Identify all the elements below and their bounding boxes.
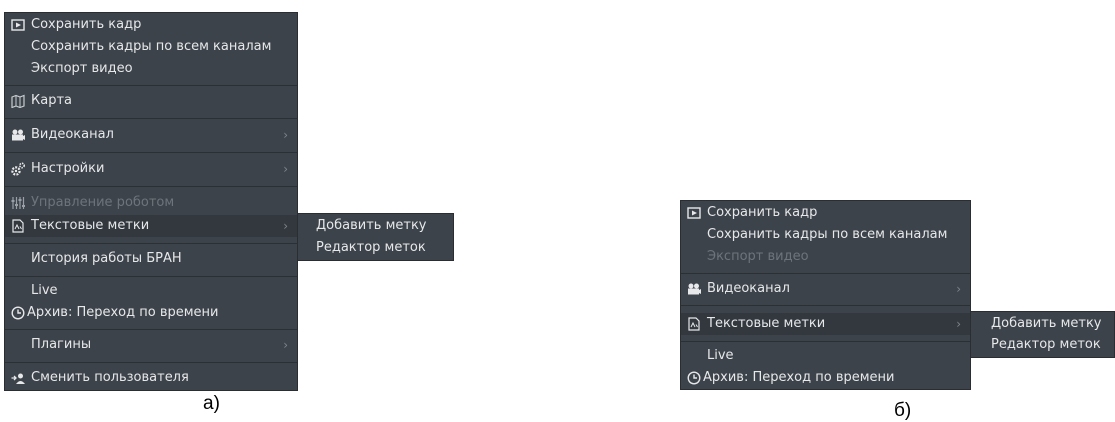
menu-item-save-frame[interactable]: Сохранить кадр [5, 14, 297, 36]
separator [5, 85, 297, 86]
submenu-item-label-editor[interactable]: Редактор меток [298, 237, 453, 259]
text-label-icon [687, 317, 701, 331]
menu-item-robot-control: Управление роботом [5, 192, 297, 214]
separator [681, 305, 970, 306]
clock-icon [687, 371, 701, 385]
switch-user-icon [11, 371, 25, 385]
menu-item-bran-history[interactable]: История работы БРАН [5, 248, 297, 270]
camera-icon [687, 282, 701, 296]
menu-item-save-all-channels[interactable]: Сохранить кадры по всем каналам [5, 36, 297, 58]
chevron-right-icon: › [283, 162, 288, 176]
menu-item-switch-user[interactable]: Сменить пользователя [5, 367, 297, 389]
submenu-text-labels-b: Добавить метку Редактор меток [970, 311, 1115, 358]
menu-item-export-video: Экспорт видео [707, 249, 809, 264]
map-icon [11, 94, 25, 108]
clock-icon [11, 306, 25, 320]
chevron-right-icon: › [283, 219, 288, 233]
separator [5, 329, 297, 330]
separator [681, 273, 970, 274]
separator [681, 341, 970, 342]
camera-icon [11, 128, 25, 142]
separator [5, 362, 297, 363]
context-menu-a: Сохранить кадр Сохранить кадры по всем к… [4, 12, 298, 391]
chevron-right-icon: › [283, 128, 288, 142]
separator [5, 186, 297, 187]
menu-item-live[interactable]: Live [681, 345, 970, 367]
menu-item-archive-goto-time[interactable]: Архив: Переход по времени [681, 367, 970, 389]
menu-item-export-video[interactable]: Экспорт видео [5, 58, 297, 80]
caption-a: а) [203, 393, 220, 414]
text-label-icon [11, 219, 25, 233]
menu-item-save-all-channels[interactable]: Сохранить кадры по всем каналам [681, 224, 970, 246]
chevron-right-icon: › [956, 317, 961, 331]
menu-item-videochannel[interactable]: Видеоканал › [681, 278, 970, 300]
separator [5, 118, 297, 119]
menu-item-save-frame[interactable]: Сохранить кадр [681, 202, 970, 224]
chevron-right-icon: › [956, 282, 961, 296]
separator [5, 276, 297, 277]
submenu-text-labels-a: Добавить метку Редактор меток [297, 213, 454, 261]
chevron-right-icon: › [283, 338, 288, 352]
menu-item-plugins[interactable]: Плагины › [5, 334, 297, 356]
menu-item-settings[interactable]: Настройки › [5, 158, 297, 180]
submenu-item-add-label[interactable]: Добавить метку [298, 215, 453, 237]
menu-item-videochannel[interactable]: Видеоканал › [5, 124, 297, 146]
sliders-icon [11, 196, 25, 210]
play-frame-icon [687, 206, 701, 220]
play-frame-icon [11, 18, 25, 32]
submenu-item-add-label[interactable]: Добавить метку [971, 313, 1114, 335]
gears-icon [11, 162, 25, 176]
context-menu-b: Сохранить кадр Сохранить кадры по всем к… [680, 200, 971, 390]
menu-item-text-labels[interactable]: Текстовые метки › [681, 313, 970, 335]
separator [5, 152, 297, 153]
separator [5, 243, 297, 244]
menu-item-live[interactable]: Live [5, 280, 297, 302]
menu-item-text-labels[interactable]: Текстовые метки › [5, 215, 297, 237]
submenu-item-label-editor[interactable]: Редактор меток [971, 334, 1114, 356]
menu-item-map[interactable]: Карта [5, 90, 297, 112]
caption-b: б) [894, 400, 912, 421]
menu-item-archive-goto-time[interactable]: Архив: Переход по времени [5, 302, 297, 324]
